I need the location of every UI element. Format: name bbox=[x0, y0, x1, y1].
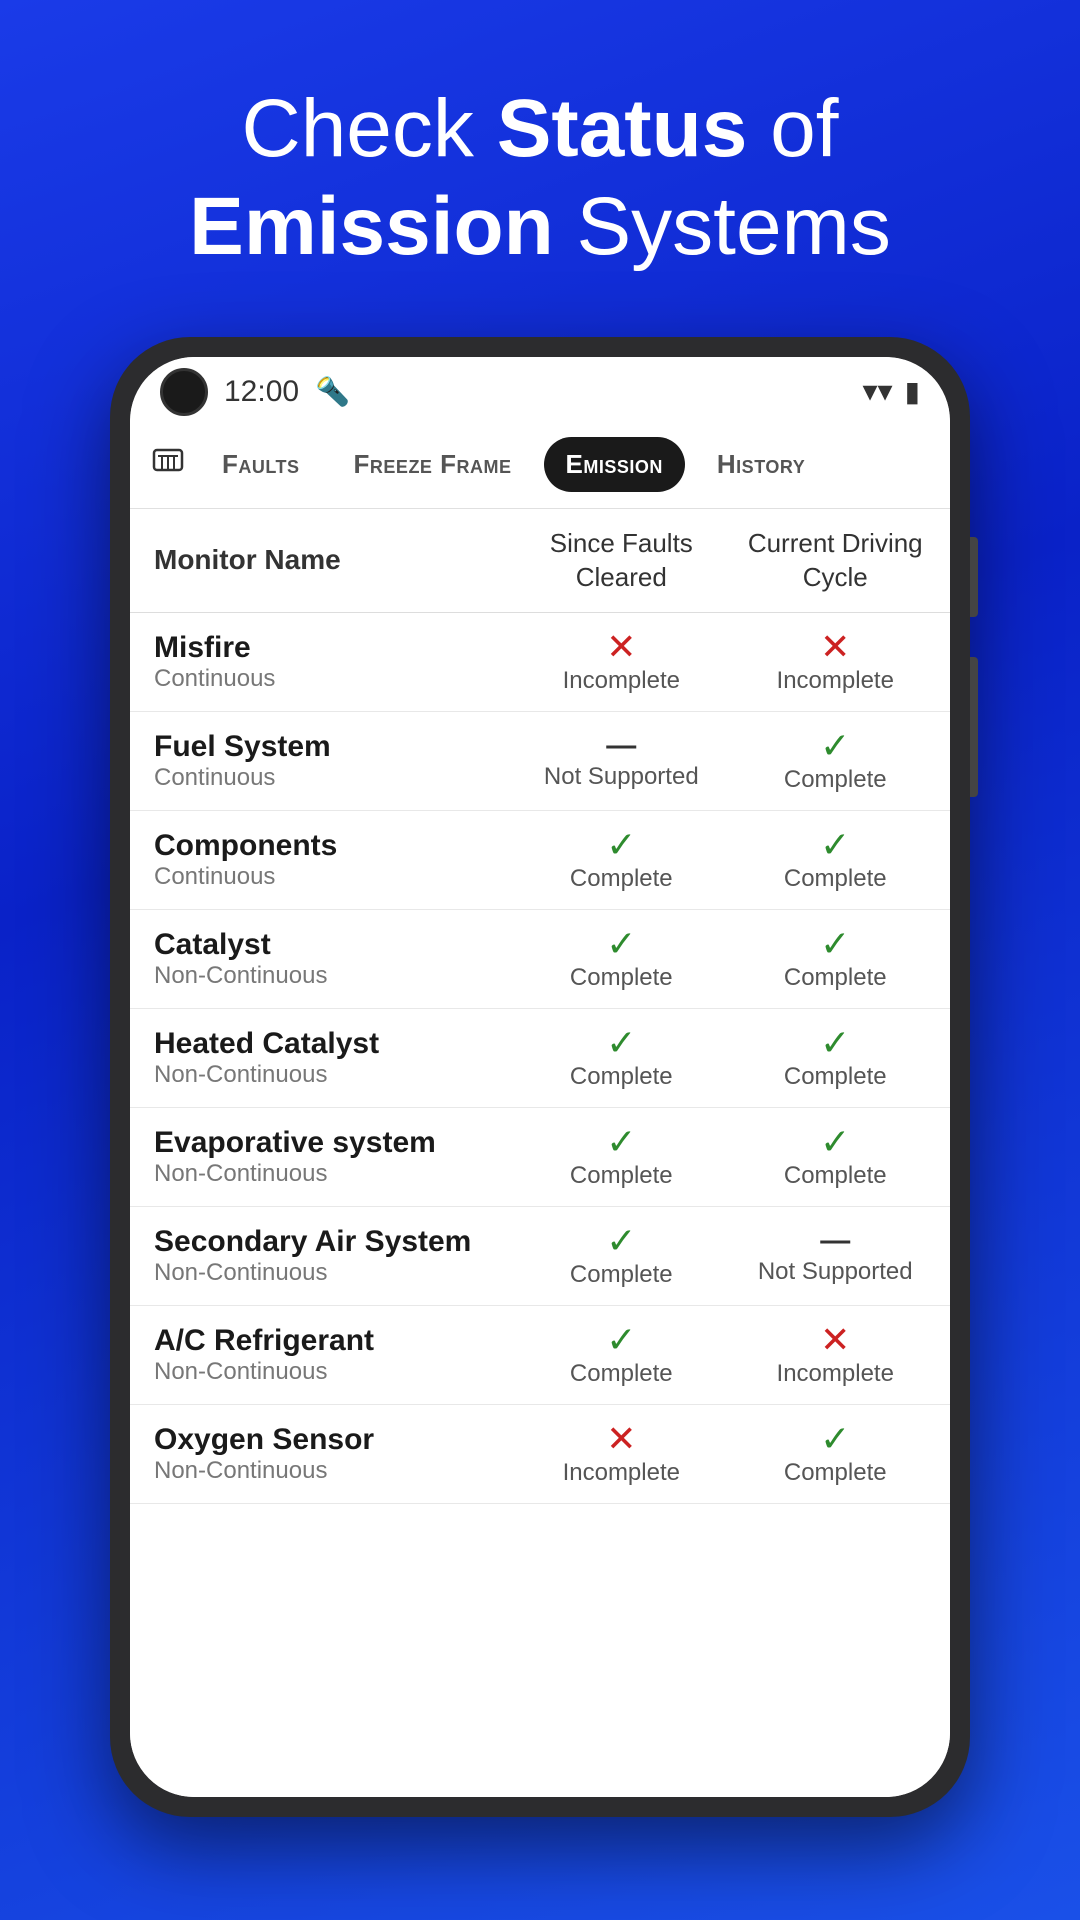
checkmark-icon: ✓ bbox=[606, 827, 636, 863]
monitor-name-cell: Secondary Air System Non-Continuous bbox=[130, 1207, 522, 1306]
tab-history[interactable]: History bbox=[695, 437, 827, 492]
current-driving-cell: ✓ Complete bbox=[720, 1009, 950, 1108]
monitor-name-cell: Heated Catalyst Non-Continuous bbox=[130, 1009, 522, 1108]
col-header-since-faults: Since FaultsCleared bbox=[522, 509, 720, 613]
since-faults-cell: ✕ Incomplete bbox=[522, 613, 720, 712]
battery-icon: ▮ bbox=[905, 375, 920, 408]
table-row: Components Continuous ✓ Complete ✓ Compl… bbox=[130, 811, 950, 910]
monitor-name-cell: Evaporative system Non-Continuous bbox=[130, 1108, 522, 1207]
since-faults-cell: ✓ Complete bbox=[522, 1207, 720, 1306]
current-driving-cell: ✓ Complete bbox=[720, 811, 950, 910]
table-row: Secondary Air System Non-Continuous ✓ Co… bbox=[130, 1207, 950, 1306]
current-driving-cell: ✓ Complete bbox=[720, 1405, 950, 1504]
tab-emission[interactable]: Emission bbox=[544, 437, 685, 492]
side-button-2 bbox=[970, 657, 978, 797]
hero-bold-status: Status bbox=[497, 83, 748, 174]
current-driving-cell: ✕ Incomplete bbox=[720, 613, 950, 712]
since-faults-cell: ✓ Complete bbox=[522, 811, 720, 910]
table-row: Evaporative system Non-Continuous ✓ Comp… bbox=[130, 1108, 950, 1207]
dash-icon: — bbox=[606, 731, 636, 761]
monitor-name-cell: Components Continuous bbox=[130, 811, 522, 910]
checkmark-icon: ✓ bbox=[820, 827, 850, 863]
table-row: Heated Catalyst Non-Continuous ✓ Complet… bbox=[130, 1009, 950, 1108]
checkmark-icon: ✓ bbox=[606, 1322, 636, 1358]
cross-icon: ✕ bbox=[606, 1421, 636, 1457]
since-faults-cell: ✓ Complete bbox=[522, 1306, 720, 1405]
col-header-monitor: Monitor Name bbox=[130, 509, 522, 613]
cross-icon: ✕ bbox=[820, 1322, 850, 1358]
checkmark-icon: ✓ bbox=[606, 1223, 636, 1259]
checkmark-icon: ✓ bbox=[820, 1025, 850, 1061]
checkmark-icon: ✓ bbox=[820, 1421, 850, 1457]
current-driving-cell: ✓ Complete bbox=[720, 1108, 950, 1207]
table-row: Fuel System Continuous — Not Supported ✓… bbox=[130, 712, 950, 811]
since-faults-cell: ✓ Complete bbox=[522, 1108, 720, 1207]
wifi-icon: ▾▾ bbox=[862, 374, 892, 409]
monitor-name-cell: Catalyst Non-Continuous bbox=[130, 910, 522, 1009]
clock: 12:00 bbox=[224, 375, 299, 409]
emission-table: Monitor Name Since FaultsCleared Current… bbox=[130, 509, 950, 1505]
hero-bold-emission: Emission bbox=[189, 181, 554, 272]
since-faults-cell: — Not Supported bbox=[522, 712, 720, 811]
dash-icon: — bbox=[820, 1226, 850, 1256]
monitor-name-cell: A/C Refrigerant Non-Continuous bbox=[130, 1306, 522, 1405]
checkmark-icon: ✓ bbox=[820, 728, 850, 764]
status-icons-right: ▾▾ ▮ bbox=[862, 374, 920, 409]
checkmark-icon: ✓ bbox=[820, 1124, 850, 1160]
monitor-name-cell: Oxygen Sensor Non-Continuous bbox=[130, 1405, 522, 1504]
obd-icon bbox=[150, 442, 186, 486]
checkmark-icon: ✓ bbox=[606, 1025, 636, 1061]
hero-title: Check Status of Emission Systems bbox=[129, 80, 951, 277]
table-row: Catalyst Non-Continuous ✓ Complete ✓ Com… bbox=[130, 910, 950, 1009]
camera-icon bbox=[160, 368, 208, 416]
current-driving-cell: — Not Supported bbox=[720, 1207, 950, 1306]
monitor-name-cell: Fuel System Continuous bbox=[130, 712, 522, 811]
checkmark-icon: ✓ bbox=[820, 926, 850, 962]
status-bar: 12:00 🔦 ▾▾ ▮ bbox=[130, 357, 950, 427]
monitor-name-cell: Misfire Continuous bbox=[130, 613, 522, 712]
flashlight-icon: 🔦 bbox=[315, 375, 350, 408]
checkmark-icon: ✓ bbox=[606, 1124, 636, 1160]
current-driving-cell: ✓ Complete bbox=[720, 712, 950, 811]
phone-screen: 12:00 🔦 ▾▾ ▮ Faults bbox=[130, 357, 950, 1797]
phone-frame: 12:00 🔦 ▾▾ ▮ Faults bbox=[110, 337, 970, 1817]
table-row: A/C Refrigerant Non-Continuous ✓ Complet… bbox=[130, 1306, 950, 1405]
cross-icon: ✕ bbox=[606, 629, 636, 665]
side-button-1 bbox=[970, 537, 978, 617]
since-faults-cell: ✕ Incomplete bbox=[522, 1405, 720, 1504]
tab-freeze-frame[interactable]: Freeze Frame bbox=[332, 437, 534, 492]
col-header-current-driving: Current DrivingCycle bbox=[720, 509, 950, 613]
cross-icon: ✕ bbox=[820, 629, 850, 665]
since-faults-cell: ✓ Complete bbox=[522, 910, 720, 1009]
status-bar-left: 12:00 🔦 bbox=[160, 368, 350, 416]
since-faults-cell: ✓ Complete bbox=[522, 1009, 720, 1108]
table-row: Oxygen Sensor Non-Continuous ✕ Incomplet… bbox=[130, 1405, 950, 1504]
tab-faults[interactable]: Faults bbox=[200, 437, 322, 492]
emission-table-container: Monitor Name Since FaultsCleared Current… bbox=[130, 509, 950, 1797]
table-row: Misfire Continuous ✕ Incomplete ✕ Incomp… bbox=[130, 613, 950, 712]
current-driving-cell: ✕ Incomplete bbox=[720, 1306, 950, 1405]
checkmark-icon: ✓ bbox=[606, 926, 636, 962]
navigation-tabs: Faults Freeze Frame Emission History bbox=[130, 427, 950, 509]
current-driving-cell: ✓ Complete bbox=[720, 910, 950, 1009]
